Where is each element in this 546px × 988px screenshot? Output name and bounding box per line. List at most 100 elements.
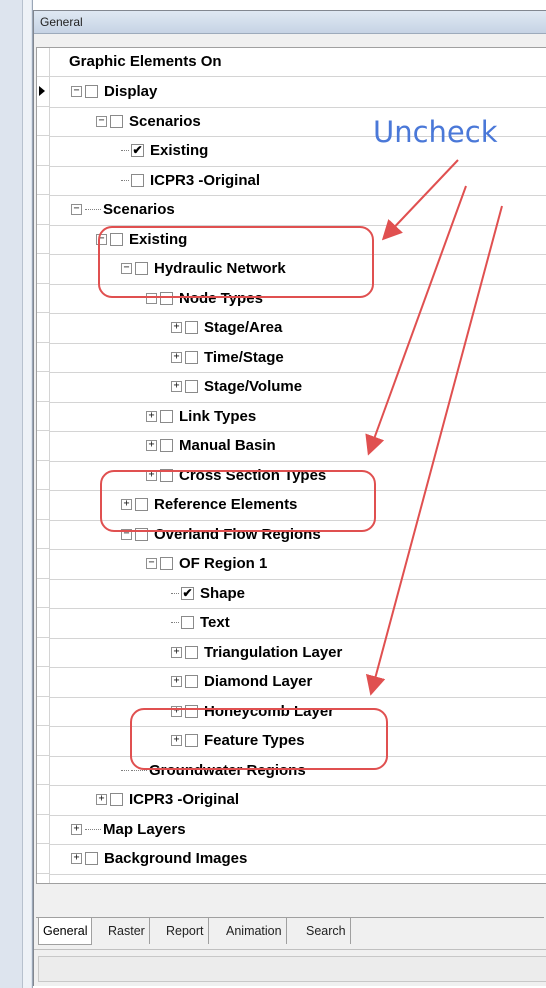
expand-icon[interactable]: + — [146, 410, 157, 422]
row-selector[interactable] — [37, 697, 49, 726]
row-selector[interactable] — [37, 549, 49, 579]
row-selector[interactable] — [37, 254, 49, 284]
tree-row[interactable]: + Time/Stage — [49, 343, 546, 373]
row-selector[interactable] — [37, 726, 49, 756]
tree-node-label: Stage/Area — [204, 319, 283, 336]
current-row-icon — [39, 86, 45, 96]
row-selector[interactable] — [37, 461, 49, 490]
tree-row[interactable]: − Display — [49, 77, 546, 108]
tab-animation[interactable]: Animation — [222, 918, 287, 944]
tree-node-label: Scenarios — [129, 112, 201, 130]
callout-hydraulic-network — [98, 226, 374, 298]
tree-row[interactable]: − OF Region 1 — [49, 549, 546, 580]
checkbox[interactable] — [160, 557, 173, 570]
row-selector[interactable] — [37, 608, 49, 638]
tree-row[interactable]: + Background Images — [49, 844, 546, 875]
checked-checkbox[interactable]: ✔ — [131, 144, 144, 157]
status-bar — [34, 949, 546, 986]
tree-row[interactable]: + Stage/Volume — [49, 372, 546, 403]
tree-row[interactable]: + Manual Basin — [49, 431, 546, 462]
expand-icon[interactable]: + — [171, 381, 182, 392]
tree-connector — [121, 150, 129, 151]
row-selector[interactable] — [37, 431, 49, 461]
tree-row[interactable]: + Stage/Area — [49, 313, 546, 344]
checkbox[interactable] — [185, 321, 198, 334]
tree-node-label: ICPR3 -Original — [129, 791, 240, 808]
row-selector[interactable] — [37, 372, 49, 402]
expand-icon[interactable]: + — [96, 794, 107, 805]
row-selector[interactable] — [37, 815, 49, 844]
expand-icon[interactable]: + — [171, 351, 182, 363]
tree-row[interactable]: + ICPR3 -Original — [49, 785, 546, 816]
expand-icon[interactable]: + — [146, 440, 157, 451]
checkbox[interactable] — [160, 439, 173, 452]
expand-icon[interactable]: + — [171, 676, 182, 687]
collapse-icon[interactable]: − — [71, 86, 82, 97]
window-frame — [0, 0, 33, 988]
tree-connector — [171, 622, 179, 623]
callout-reference-elements — [100, 470, 376, 532]
checkbox[interactable] — [85, 852, 98, 865]
row-selector[interactable] — [37, 313, 49, 343]
tree-node-label: Stage/Volume — [204, 378, 303, 395]
row-selector[interactable] — [37, 195, 49, 225]
expand-icon[interactable]: + — [71, 823, 82, 835]
callout-feature-types — [130, 708, 388, 770]
row-selector[interactable] — [37, 490, 49, 520]
tab-report[interactable]: Report — [162, 918, 209, 944]
tree-row[interactable]: − Scenarios — [49, 195, 546, 226]
tree-column-header: Graphic Elements On — [37, 48, 546, 77]
tab-raster[interactable]: Raster — [104, 918, 150, 944]
checkbox[interactable] — [110, 793, 123, 806]
tree-node-label: Scenarios — [103, 201, 175, 218]
expand-icon[interactable]: + — [171, 646, 182, 658]
row-selector[interactable] — [37, 107, 49, 136]
row-selector[interactable] — [37, 77, 49, 107]
tree-connector — [121, 179, 129, 181]
tree-node-label: Map Layers — [103, 820, 186, 838]
tree-node-label: Time/Stage — [204, 348, 284, 366]
tree-node-label: Background Images — [104, 850, 248, 867]
checkbox[interactable] — [185, 675, 198, 688]
row-selector[interactable] — [37, 638, 49, 667]
tree-node-label: Text — [200, 614, 230, 631]
checkbox[interactable] — [110, 114, 123, 128]
row-selector[interactable] — [37, 402, 49, 431]
row-selector[interactable] — [37, 520, 49, 549]
row-selector[interactable] — [37, 844, 49, 874]
tab-general[interactable]: General — [38, 918, 93, 945]
row-selector[interactable] — [37, 343, 49, 372]
tab-search[interactable]: Search — [302, 918, 351, 944]
collapse-icon[interactable]: − — [71, 204, 82, 215]
row-selector[interactable] — [37, 667, 49, 697]
checked-checkbox[interactable]: ✔ — [181, 586, 194, 600]
row-selector[interactable] — [37, 166, 49, 195]
row-selector[interactable] — [37, 284, 49, 313]
tree-connector — [121, 769, 129, 771]
tree-row[interactable]: Text — [49, 608, 546, 639]
expand-icon[interactable]: + — [171, 322, 182, 333]
row-selector[interactable] — [37, 756, 49, 785]
tree-row[interactable]: ICPR3 -Original — [49, 166, 546, 196]
checkbox[interactable] — [181, 616, 194, 629]
row-selector[interactable] — [37, 579, 49, 608]
tree-row[interactable]: + Diamond Layer — [49, 667, 546, 698]
checkbox[interactable] — [185, 350, 198, 364]
panel-title: General — [34, 11, 546, 34]
uncheck-annotation: Uncheck — [373, 115, 498, 149]
row-selector[interactable] — [37, 136, 49, 166]
collapse-icon[interactable]: − — [96, 115, 107, 127]
checkbox[interactable] — [160, 409, 173, 423]
tree-row[interactable]: ✔ Shape — [49, 579, 546, 609]
row-selector[interactable] — [37, 785, 49, 815]
checkbox[interactable] — [131, 173, 144, 187]
checkbox[interactable] — [185, 380, 198, 393]
tree-row[interactable]: + Triangulation Layer — [49, 638, 546, 668]
collapse-icon[interactable]: − — [146, 558, 157, 569]
tree-row[interactable]: + Map Layers — [49, 815, 546, 845]
row-selector[interactable] — [37, 225, 49, 254]
checkbox[interactable] — [85, 85, 98, 98]
expand-icon[interactable]: + — [71, 853, 82, 864]
tree-row[interactable]: + Link Types — [49, 402, 546, 432]
checkbox[interactable] — [185, 645, 198, 659]
